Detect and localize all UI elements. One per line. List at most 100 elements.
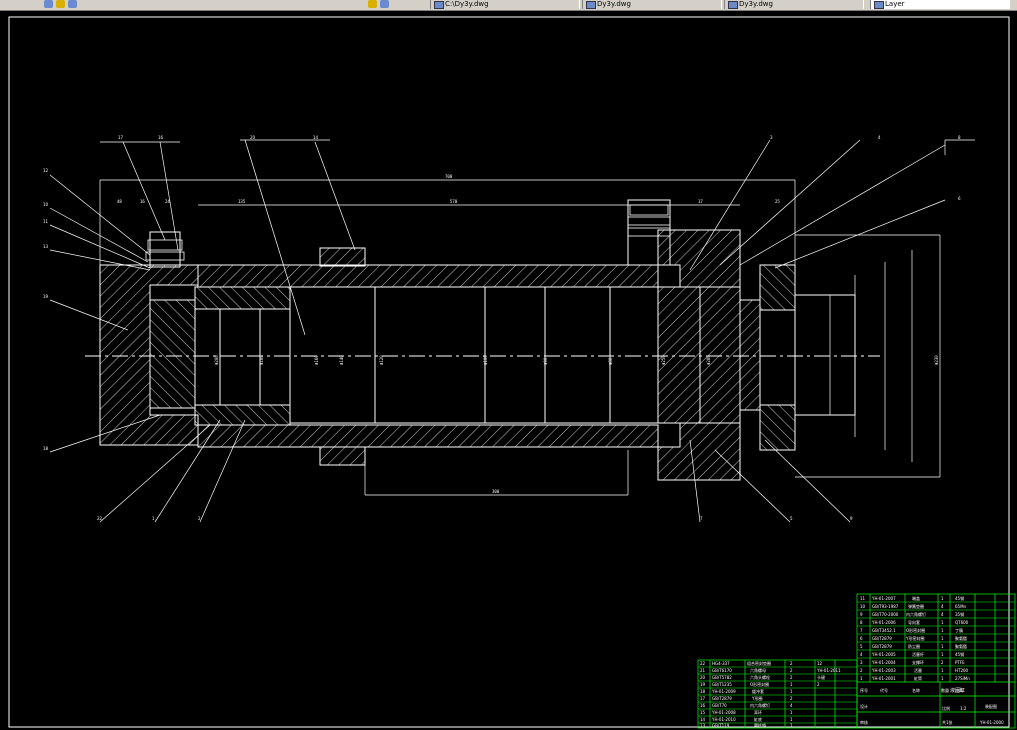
drawing-file-icon [434,1,444,9]
bom-left-row-no: 13 [700,723,706,728]
bom-right-row-name: 活塞 [914,667,922,673]
bom-right-row-no: 3 [860,660,863,665]
balloon-10: 10 [43,202,49,207]
bom-right-row-qty: 1 [941,596,944,601]
bom-right-row-code: YH-01-2005 [871,652,896,657]
bom-right-row-code: GB/T2879 [872,644,892,649]
bom-right-row-no: 10 [860,604,866,609]
balloon-8: 8 [958,135,961,140]
bom-left-row-qty: 2 [817,682,820,687]
toolbar-button-icon[interactable] [380,0,389,8]
bom-right-row-name: 缸筒 [914,675,922,681]
bom-right-row-qty: 1 [941,620,944,625]
bom-left-row-name: O形密封圈 [750,681,769,687]
dim-diam4: Φ140 [339,355,344,365]
bom-right-row-mat: 65Mn [955,604,967,609]
bom-right-row-mat: 丁腈 [955,627,963,633]
bom-right-row-mat: 45钢 [955,595,964,601]
bom-left-row-name: 缓冲套 [752,688,764,694]
bom-right-row-code: YH-01-2003 [871,668,896,673]
bom-right-row-no: 2 [860,668,863,673]
toolbar-button-icon[interactable] [44,0,53,8]
bom-right-row-no: 7 [860,628,863,633]
bom-left-row-no: 18 [700,689,706,694]
bom-left-row-qty: 2 [790,661,793,666]
bom-right-row-code: GB/T93-1987 [872,604,899,609]
balloon-17: 17 [118,135,124,140]
dim-diam3: Φ160 [314,355,319,365]
school: 装配图 [985,703,997,709]
bom-left-row-code: YH-01-2010 [711,717,736,722]
tab-drawing-1[interactable]: C:\Dy3y.dwg [430,0,580,9]
bom-left-row-no: 12 [817,661,823,666]
bom-right-row-qty: 4 [941,604,944,609]
bom-left-row-name: 缸底 [754,716,762,722]
tab-drawing-3[interactable]: Dy3y.dwg [724,0,864,9]
bom-right-row-qty: 1 [941,676,944,681]
guide-sleeve [657,229,761,481]
balloon-20: 20 [250,135,256,140]
header-qty: 数量 [941,687,949,693]
bom-right-row-code: GB/T3452.1 [872,628,896,633]
bom-right-row-name: Y形密封圈 [905,635,924,641]
toolbar-button-icon[interactable] [368,0,377,8]
cad-drawing-canvas[interactable]: 700 570 48 16 24 135 17 25 300 17 16 20 … [0,10,1017,730]
bom-left-row-code: YH-01-2008 [711,710,736,715]
dim-diam7: Φ90 [543,357,548,365]
cushion-sleeve [149,299,196,409]
dim-diam9: Φ250 [661,355,666,365]
bom-left-row-name: 内六角螺钉 [750,702,770,708]
rod-extension [794,294,856,416]
designer: 设计 [860,703,868,709]
bom-left-row-qty: 4 [790,703,793,708]
dim-diam8: Φ80 [608,357,613,365]
bom-left-row-no: 21 [700,668,706,673]
balloon-9: 9 [850,516,853,521]
bom-left-row-name: 耳环 [754,710,762,715]
bom-left-row-name: 组合密封垫圈 [747,660,771,666]
bom-left-row-qty: 2 [790,668,793,673]
toolbar-button-icon[interactable] [68,0,77,8]
bom-right-row-qty: 1 [941,636,944,641]
balloon-18: 18 [43,446,49,451]
checker: 审核 [860,719,868,725]
bom-left-row-code: YH-01-2011 [816,668,841,673]
dim-diam1: Φ200 [214,355,219,365]
dim-diam2: Φ180 [259,355,264,365]
bom-right-row-qty: 4 [941,612,944,617]
tab-drawing-2[interactable]: Dy3y.dwg [582,0,722,9]
toolbar-button-icon[interactable] [56,0,65,8]
bom-left-row-qty: 1 [790,682,793,687]
bom-right-row-mat: 35钢 [955,611,964,617]
end-cap-right-top [759,264,796,311]
bom-right-row-name: 防尘圈 [908,643,920,649]
bom-right-row-mat: PTFE [955,660,965,665]
bom-right-row-no: 1 [860,676,863,681]
drawing-file-icon [728,1,738,9]
bom-right-row-no: 6 [860,636,863,641]
bom-right-row-code: GB/T2879 [872,636,892,641]
bom-left-row-name: 卡键 [817,674,825,680]
bom-right-row-name: 支撑环 [912,659,924,665]
layer-icon [874,1,884,9]
layer-dropdown[interactable]: Layer [870,0,1010,9]
balloon-4: 4 [878,135,881,140]
balloon-1: 1 [152,516,155,521]
dim-right2: 25 [775,199,780,204]
barrel-top-wall [197,264,659,288]
cylinder-assembly [85,199,880,481]
bom-right-row-qty: 1 [941,668,944,673]
bom-left-row-code: GB/T70 [712,703,727,708]
bom-left-row-name: 圆柱销 [754,722,766,728]
dim-stroke: 300 [492,489,500,494]
bom-left-row-code: HG4-337 [712,661,730,666]
balloon-13: 13 [43,244,49,249]
bom-left-row-name: 六角头螺栓 [750,674,770,680]
piston-seal-bottom [194,404,291,426]
scale-label: 比例 [942,705,950,711]
bom-right-row-qty: 2 [941,660,944,665]
bom-left-row-no: 15 [700,710,706,715]
mount-ear-bottom [319,446,366,466]
dim-right1: 17 [698,199,703,204]
dimension-lines [99,179,941,496]
